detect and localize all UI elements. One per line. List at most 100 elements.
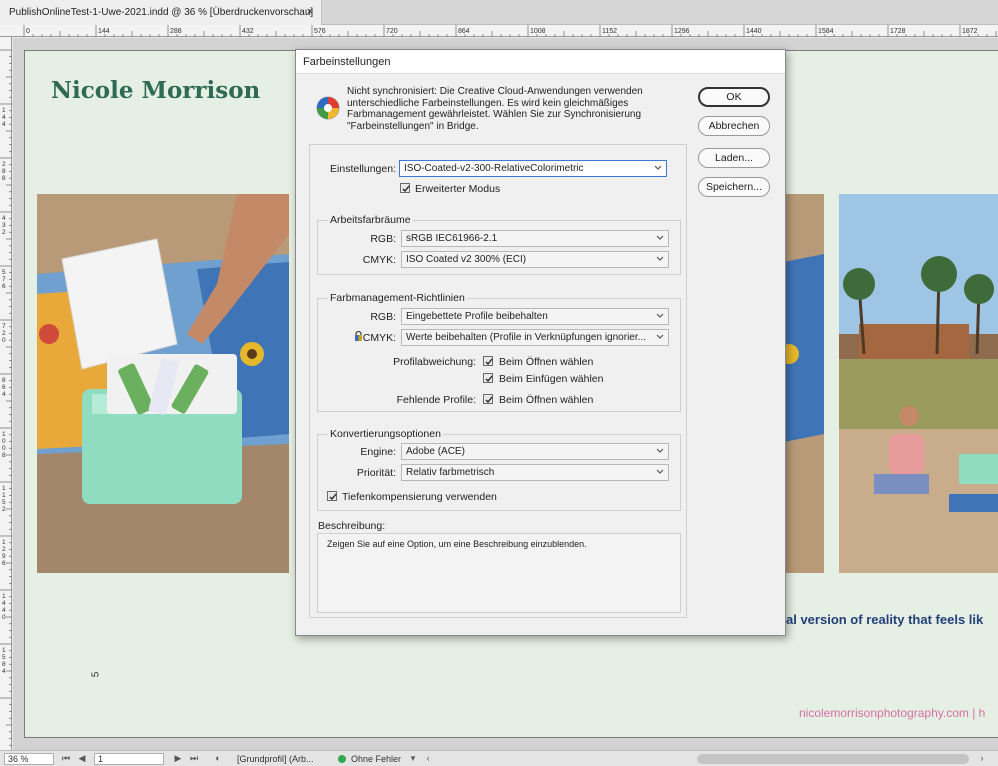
cooler-photo-image xyxy=(37,194,289,573)
ruler-label: 864 xyxy=(458,28,470,35)
ruler-label: 720 xyxy=(386,28,398,35)
sync-warning-text: Nicht synchronisiert: Die Creative Cloud… xyxy=(347,86,643,132)
ruler-label: 3 xyxy=(2,222,6,229)
ws-rgb-label: RGB: xyxy=(370,233,396,245)
vertical-ruler[interactable]: 14428843257672086410081152129614401584 xyxy=(0,37,12,750)
ruler-label: 1152 xyxy=(602,28,617,35)
conversion-options-legend: Konvertierungsoptionen xyxy=(328,428,443,440)
ruler-label: 8 xyxy=(2,168,6,175)
cancel-button[interactable]: Abbrechen xyxy=(698,116,770,136)
cm-rgb-select[interactable]: Eingebettete Profile beibehalten xyxy=(401,308,669,325)
page-number-field[interactable]: 1 xyxy=(94,753,164,765)
dialog-title: Farbeinstellungen xyxy=(296,50,785,74)
cm-rgb-label: RGB: xyxy=(370,311,396,323)
description-box: Zeigen Sie auf eine Option, um eine Besc… xyxy=(317,533,681,613)
beach-people-photo[interactable] xyxy=(839,194,998,573)
document-tab-bar: PublishOnlineTest-1-Uwe-2021.indd @ 36 %… xyxy=(0,0,998,25)
ruler-label: 1 xyxy=(2,492,6,499)
first-page-icon[interactable]: ⏮ xyxy=(60,753,72,765)
settings-select[interactable]: ISO-Coated-v2-300-RelativeColorimetric xyxy=(399,160,667,177)
preflight-profile-icon[interactable]: ◐ xyxy=(212,753,224,765)
document-tab-title: PublishOnlineTest-1-Uwe-2021.indd @ 36 %… xyxy=(9,7,314,18)
page-number: 5 xyxy=(90,671,102,678)
ws-cmyk-value: ISO Coated v2 300% (ECI) xyxy=(406,254,527,265)
chevron-down-icon xyxy=(656,256,664,261)
scroll-right-icon[interactable]: › xyxy=(976,753,988,765)
next-page-icon[interactable]: ▶ xyxy=(172,753,184,765)
ws-cmyk-select[interactable]: ISO Coated v2 300% (ECI) xyxy=(401,251,669,268)
tagline-text[interactable]: al version of reality that feels lik xyxy=(786,612,983,627)
color-wheel-icon xyxy=(316,96,340,120)
ruler-label: 6 xyxy=(2,283,6,290)
ruler-label: 2 xyxy=(2,330,6,337)
ruler-label: 432 xyxy=(242,28,254,35)
ruler-label: 7 xyxy=(2,323,6,330)
preflight-status-text[interactable]: Ohne Fehler xyxy=(351,753,401,765)
close-icon[interactable]: × xyxy=(307,6,313,18)
advanced-mode-checkbox[interactable] xyxy=(400,183,410,193)
beach-people-photo-image xyxy=(839,194,998,573)
mismatch-open-checkbox[interactable] xyxy=(483,356,493,366)
preflight-status-icon xyxy=(338,755,346,763)
document-tab[interactable]: PublishOnlineTest-1-Uwe-2021.indd @ 36 %… xyxy=(0,0,322,25)
chevron-down-icon xyxy=(656,448,664,453)
ruler-label: 4 xyxy=(2,215,6,222)
preflight-menu-icon[interactable]: ▾ xyxy=(407,753,419,765)
indesign-window: PublishOnlineTest-1-Uwe-2021.indd @ 36 %… xyxy=(0,0,998,766)
black-point-compensation-checkbox[interactable] xyxy=(327,491,337,501)
horizontal-ruler-ticks: 0 144 288 432 576 720 864 1008 1152 1296 1440 1584 1… xyxy=(23,25,997,37)
mismatch-paste-checkbox[interactable] xyxy=(483,373,493,383)
website-link-text[interactable]: nicolemorrisonphotography.com | h xyxy=(799,706,985,720)
checkmark-icon xyxy=(329,493,337,501)
ruler-label: 1008 xyxy=(530,28,546,35)
zoom-field[interactable]: 36 % xyxy=(4,753,54,765)
engine-value: Adobe (ACE) xyxy=(406,446,465,457)
ruler-label: 5 xyxy=(2,654,6,661)
ruler-label: 288 xyxy=(170,28,182,35)
ruler-label: 1728 xyxy=(890,28,906,35)
ok-button[interactable]: OK xyxy=(698,87,770,107)
load-button[interactable]: Laden... xyxy=(698,148,770,168)
checkmark-icon xyxy=(485,375,493,383)
missing-open-checkbox[interactable] xyxy=(483,394,493,404)
ruler-label: 1 xyxy=(2,539,6,546)
ruler-label: 8 xyxy=(2,452,6,459)
brand-name-text[interactable]: Nicole Morrison xyxy=(51,77,260,104)
cm-cmyk-select[interactable]: Werte beibehalten (Profile in Verknüpfun… xyxy=(401,329,669,346)
working-spaces-legend: Arbeitsfarbräume xyxy=(328,214,413,226)
missing-open-label: Beim Öffnen wählen xyxy=(499,394,594,406)
description-label: Beschreibung: xyxy=(318,520,386,532)
ruler-label: 8 xyxy=(2,175,6,182)
chevron-down-icon xyxy=(656,334,664,339)
scroll-left-icon[interactable]: ‹ xyxy=(422,753,434,765)
color-settings-dialog: Farbeinstellungen Nicht synchronisiert: … xyxy=(295,49,786,636)
ruler-label: 4 xyxy=(2,668,6,675)
intent-select[interactable]: Relativ farbmetrisch xyxy=(401,464,669,481)
ruler-label: 1 xyxy=(2,107,6,114)
ruler-label: 8 xyxy=(2,377,6,384)
engine-select[interactable]: Adobe (ACE) xyxy=(401,443,669,460)
ruler-label: 4 xyxy=(2,391,6,398)
checkmark-icon xyxy=(485,358,493,366)
horizontal-scrollbar-thumb[interactable] xyxy=(697,754,969,764)
ruler-label: 1440 xyxy=(746,28,762,35)
working-spaces-group: Arbeitsfarbräume RGB: sRGB IEC61966-2.1 … xyxy=(317,214,681,275)
ruler-label: 1 xyxy=(2,593,6,600)
ruler-label: 9 xyxy=(2,553,6,560)
ruler-label: 8 xyxy=(2,661,6,668)
previous-page-icon[interactable]: ◀ xyxy=(76,753,88,765)
ruler-label: 1872 xyxy=(962,28,978,35)
save-button[interactable]: Speichern... xyxy=(698,177,770,197)
last-page-icon[interactable]: ⏭ xyxy=(188,753,200,765)
missing-profiles-label: Fehlende Profile: xyxy=(396,394,476,406)
horizontal-ruler[interactable]: 0 144 288 432 576 720 864 1008 1152 1296 1440 1584 1… xyxy=(0,25,998,37)
ws-rgb-select[interactable]: sRGB IEC61966-2.1 xyxy=(401,230,669,247)
status-bar: 36 % ⏮ ◀ 1 ▶ ⏭ ◐ [Grundprofil] (Arb... O… xyxy=(0,750,998,766)
description-text: Zeigen Sie auf eine Option, um eine Besc… xyxy=(327,539,587,549)
ruler-label: 4 xyxy=(2,607,6,614)
ruler-label: 0 xyxy=(2,337,6,344)
settings-select-value: ISO-Coated-v2-300-RelativeColorimetric xyxy=(404,163,584,174)
ruler-label: 0 xyxy=(2,445,6,452)
preflight-profile-label[interactable]: [Grundprofil] (Arb... xyxy=(237,753,314,765)
cooler-photo[interactable] xyxy=(37,194,289,573)
